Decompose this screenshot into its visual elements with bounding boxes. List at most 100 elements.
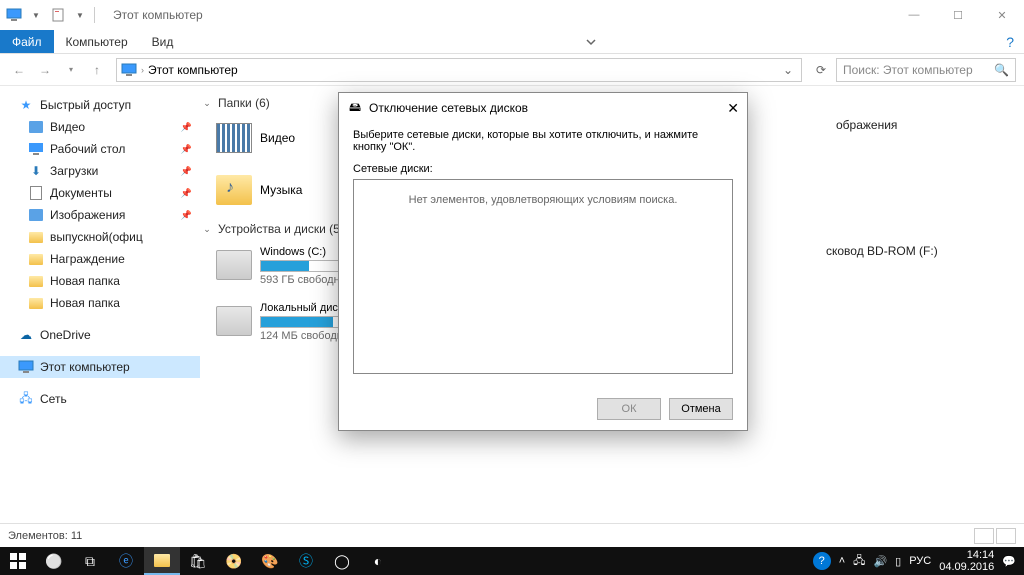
sidebar-item-desktop[interactable]: Рабочий стол📌 <box>0 138 200 160</box>
pc-icon <box>121 63 137 77</box>
folder-icon <box>28 273 44 289</box>
titlebar: ▼ ▼ Этот компьютер — ☐ ✕ <box>0 0 1024 30</box>
pin-icon: 📌 <box>181 210 192 221</box>
chevron-down-icon: ⌄ <box>200 98 214 109</box>
window-title: Этот компьютер <box>113 8 203 22</box>
sidebar-item-onedrive[interactable]: ☁OneDrive <box>0 324 200 346</box>
edge-icon[interactable]: ⓔ <box>108 547 144 575</box>
forward-button[interactable]: → <box>34 59 56 81</box>
up-button[interactable]: ↑ <box>86 59 108 81</box>
dialog-titlebar: 🖴 Отключение сетевых дисков ✕ <box>339 93 747 123</box>
pin-icon: 📌 <box>181 122 192 133</box>
app-icon[interactable]: 🎨 <box>252 547 288 575</box>
sidebar-item-pictures[interactable]: Изображения📌 <box>0 204 200 226</box>
sidebar-item-downloads[interactable]: ⬇Загрузки📌 <box>0 160 200 182</box>
explorer-icon[interactable] <box>144 547 180 575</box>
desktop-icon <box>28 141 44 157</box>
refresh-button[interactable]: ⟳ <box>810 59 832 81</box>
sidebar-item-videos[interactable]: Видео📌 <box>0 116 200 138</box>
start-button[interactable] <box>0 547 36 575</box>
details-view-button[interactable] <box>974 528 994 544</box>
ribbon-expand-button[interactable] <box>575 30 607 53</box>
help-icon[interactable]: ? <box>813 552 831 570</box>
chevron-down-icon[interactable]: ⌄ <box>779 63 797 77</box>
sidebar-item-documents[interactable]: Документы📌 <box>0 182 200 204</box>
pin-icon: 📌 <box>181 166 192 177</box>
network-drives-list[interactable]: Нет элементов, удовлетворяющих условиям … <box>353 179 733 374</box>
breadcrumb-item[interactable]: Этот компьютер <box>148 63 238 77</box>
app-icon[interactable]: 📀 <box>216 547 252 575</box>
sidebar-item-this-pc[interactable]: Этот компьютер <box>0 356 200 378</box>
partial-label: ображения <box>836 118 897 158</box>
ribbon: Файл Компьютер Вид ? <box>0 30 1024 54</box>
status-bar: Элементов: 11 <box>0 523 1024 547</box>
onedrive-icon: ☁ <box>18 327 34 343</box>
cancel-button[interactable]: Отмена <box>669 398 733 420</box>
ok-button[interactable]: ОК <box>597 398 661 420</box>
chevron-down-icon[interactable]: ▼ <box>26 5 46 25</box>
address-bar[interactable]: › Этот компьютер ⌄ <box>116 58 802 82</box>
sidebar-item-folder[interactable]: Новая папка <box>0 292 200 314</box>
chevron-down-icon[interactable]: ▼ <box>70 5 90 25</box>
empty-list-text: Нет элементов, удовлетворяющих условиям … <box>409 194 678 206</box>
maximize-button[interactable]: ☐ <box>936 0 980 30</box>
pc-icon <box>18 359 34 375</box>
language-indicator[interactable]: РУС <box>909 555 931 567</box>
chrome-icon[interactable]: ◯ <box>324 547 360 575</box>
music-folder-icon: ♪ <box>216 175 252 205</box>
clock[interactable]: 14:14 04.09.2016 <box>939 549 994 573</box>
network-drive-icon: 🖴 <box>347 100 363 116</box>
view-mode-buttons <box>974 528 1016 544</box>
battery-icon[interactable]: ▯ <box>895 555 901 568</box>
skype-icon[interactable]: Ⓢ <box>288 547 324 575</box>
search-button[interactable]: ⚪ <box>36 547 72 575</box>
store-icon[interactable]: 🛍 <box>180 547 216 575</box>
download-icon: ⬇ <box>28 163 44 179</box>
dialog-title: Отключение сетевых дисков <box>369 101 528 115</box>
close-button[interactable]: ✕ <box>980 0 1024 30</box>
properties-icon[interactable] <box>48 5 68 25</box>
minimize-button[interactable]: — <box>892 0 936 30</box>
folder-icon <box>28 229 44 245</box>
tab-computer[interactable]: Компьютер <box>54 30 140 53</box>
navigation-pane: ★Быстрый доступ Видео📌 Рабочий стол📌 ⬇За… <box>0 86 200 549</box>
partial-label: сковод BD-ROM (F:) <box>826 244 938 288</box>
pc-icon <box>4 5 24 25</box>
ribbon-help-button[interactable]: ? <box>996 30 1024 53</box>
icons-view-button[interactable] <box>996 528 1016 544</box>
volume-icon[interactable]: 🔊 <box>873 555 887 568</box>
sidebar-item-quick-access[interactable]: ★Быстрый доступ <box>0 94 200 116</box>
star-icon: ★ <box>18 97 34 113</box>
pin-icon: 📌 <box>181 144 192 155</box>
network-tray-icon[interactable]: 🖧 <box>853 552 865 571</box>
task-view-button[interactable]: ⧉ <box>72 547 108 575</box>
sidebar-item-network[interactable]: 🖧Сеть <box>0 388 200 410</box>
window-controls: — ☐ ✕ <box>892 0 1024 30</box>
tab-view[interactable]: Вид <box>140 30 186 53</box>
recent-locations-button[interactable]: ▾ <box>60 59 82 81</box>
folder-icon <box>28 295 44 311</box>
taskbar: ⚪ ⧉ ⓔ 🛍 📀 🎨 Ⓢ ◯ ◐ ? ˄ 🖧 🔊 ▯ РУС 14:14 04… <box>0 547 1024 575</box>
drive-icon <box>216 306 252 336</box>
dialog-list-label: Сетевые диски: <box>353 163 733 175</box>
sidebar-item-folder[interactable]: выпускной(офиц <box>0 226 200 248</box>
disconnect-network-drives-dialog: 🖴 Отключение сетевых дисков ✕ Выберите с… <box>338 92 748 431</box>
video-folder-icon <box>216 123 252 153</box>
back-button[interactable]: ← <box>8 59 30 81</box>
quick-access-toolbar: ▼ ▼ <box>4 5 97 25</box>
close-button[interactable]: ✕ <box>727 100 739 117</box>
notifications-icon[interactable]: 💬 <box>1002 555 1016 568</box>
tab-file[interactable]: Файл <box>0 30 54 53</box>
sidebar-item-folder[interactable]: Награждение <box>0 248 200 270</box>
search-icon: 🔍 <box>994 63 1009 77</box>
folder-icon <box>28 251 44 267</box>
steam-icon[interactable]: ◐ <box>360 547 396 575</box>
search-input[interactable]: Поиск: Этот компьютер 🔍 <box>836 58 1016 82</box>
dialog-instruction: Выберите сетевые диски, которые вы хотит… <box>353 129 733 153</box>
picture-icon <box>28 207 44 223</box>
tray-chevron-up-icon[interactable]: ˄ <box>839 555 845 567</box>
network-icon: 🖧 <box>18 391 34 407</box>
search-placeholder: Поиск: Этот компьютер <box>843 63 973 77</box>
video-icon <box>28 119 44 135</box>
sidebar-item-folder[interactable]: Новая папка <box>0 270 200 292</box>
